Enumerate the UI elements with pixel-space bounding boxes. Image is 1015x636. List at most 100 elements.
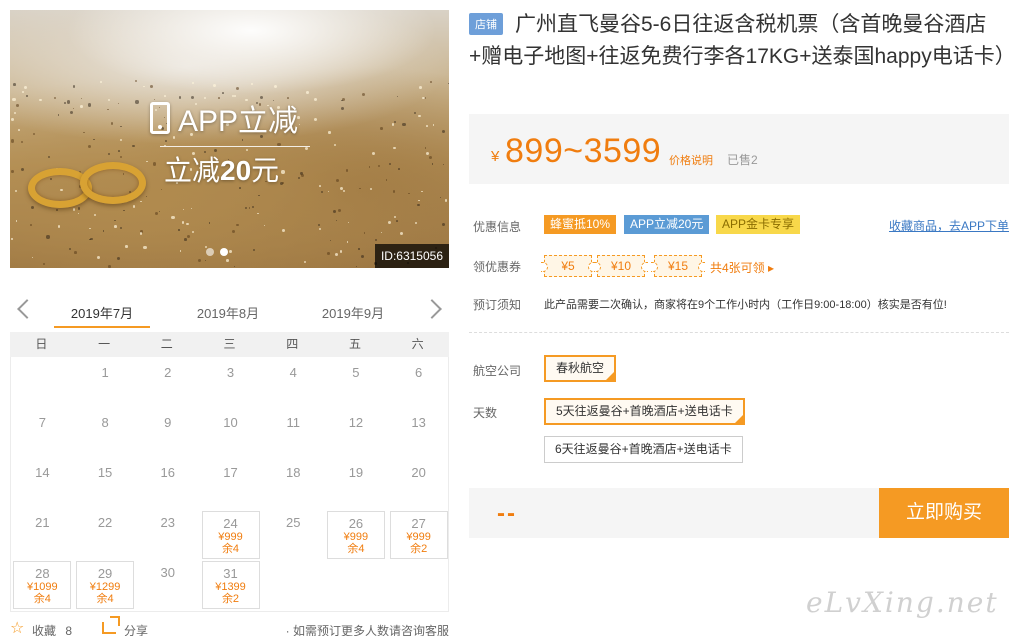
chevron-left-icon[interactable]	[17, 299, 37, 319]
day-number: 27	[411, 516, 426, 531]
day-price: ¥1399	[215, 581, 246, 593]
calendar-day: 30	[139, 557, 197, 605]
day-number: 14	[35, 465, 50, 480]
calendar-day: 19	[327, 457, 385, 505]
airline-label: 航空公司	[473, 364, 522, 378]
day-number: 1	[101, 365, 109, 380]
calendar-grid: 1 2 3 4 5 6 7 8 9 10 11 12 13 14 15 16 17 18 19 20 21 22 23 24 ¥…	[10, 357, 449, 612]
price-range: 899~3599	[505, 132, 662, 170]
offers-label: 优惠信息	[473, 220, 522, 234]
day-number: 3	[226, 365, 235, 380]
calendar-day: 9	[139, 407, 197, 455]
calendar-day-available[interactable]: 29 ¥1299 余4	[76, 561, 135, 609]
calendar-weekdays: 日 一 二 三 四 五 六	[10, 332, 449, 357]
day-number: 30	[160, 565, 176, 580]
day-number: 13	[411, 415, 426, 430]
calendar-day-available[interactable]: 28 ¥1099 余4	[13, 561, 72, 609]
notice-label: 预订须知	[473, 298, 522, 312]
day-number: 11	[286, 415, 300, 430]
active-month-underline	[54, 326, 150, 328]
calendar-day-available[interactable]: 27 ¥999 余2	[389, 511, 448, 559]
days-option-6[interactable]: 6天往返曼谷+首晚酒店+送电话卡	[544, 436, 743, 463]
calendar-day: 20	[390, 457, 448, 505]
days-option-5[interactable]: 5天往返曼谷+首晚酒店+送电话卡	[544, 398, 745, 425]
calendar-day-available[interactable]: 24 ¥999 余4	[201, 511, 260, 559]
days-label: 天数	[473, 406, 498, 420]
calendar-day: 10	[202, 407, 260, 455]
product-photo[interactable]: APP立减 立减20元 ID:6315056	[10, 10, 449, 268]
price-panel: ¥ 899~3599 价格说明 已售2	[469, 114, 1009, 184]
calendar-day: 18	[264, 457, 322, 505]
day-price: ¥1299	[89, 581, 121, 593]
share-icon[interactable]	[102, 616, 120, 634]
day-number: 18	[285, 465, 301, 480]
calendar-day-available[interactable]: 31 ¥1399 余2	[201, 561, 260, 609]
airline-option-selected[interactable]: 春秋航空	[544, 355, 617, 382]
tab-month-july[interactable]: 2019年7月	[52, 303, 152, 322]
star-icon[interactable]: ☆	[10, 621, 24, 636]
consult-note: · 如需预订更多人数请咨询客服	[285, 624, 449, 636]
day-number: 10	[223, 415, 238, 430]
day-number: 6	[415, 365, 423, 380]
tab-month-september[interactable]: 2019年9月	[303, 303, 403, 322]
day-number: 23	[160, 515, 176, 530]
coupon-5[interactable]: ¥5	[541, 255, 595, 277]
calendar-day: 4	[264, 357, 322, 405]
promo-title: APP立减	[178, 105, 299, 138]
favorite-go-app-link[interactable]: 收藏商品，去APP下单	[889, 217, 1009, 234]
price-note-link[interactable]: 价格说明	[669, 152, 713, 168]
carousel-dots	[206, 248, 228, 256]
day-number: 9	[164, 415, 172, 430]
day-number: 20	[411, 465, 426, 480]
calendar-day: 1	[76, 357, 134, 405]
weekday-label: 一	[98, 337, 111, 351]
day-number: 16	[160, 465, 176, 480]
tab-month-august[interactable]: 2019年8月	[178, 303, 278, 322]
calendar-day-available[interactable]: 26 ¥999 余4	[326, 511, 385, 559]
weekday-label: 日	[35, 337, 48, 351]
total-price-bar: --	[469, 488, 879, 538]
coupon-10[interactable]: ¥10	[594, 255, 648, 277]
carousel-dot[interactable]	[206, 248, 214, 256]
calendar-day: 8	[76, 407, 134, 455]
shop-badge[interactable]: 店铺	[469, 13, 503, 35]
day-number: 31	[223, 566, 238, 581]
calendar-day: 5	[327, 357, 385, 405]
wedding-rings-image	[24, 158, 154, 218]
day-number: 8	[101, 415, 109, 430]
coupons-label: 领优惠券	[473, 260, 522, 274]
calendar-day: 6	[390, 357, 448, 405]
currency-symbol: ¥	[491, 148, 500, 165]
day-price: ¥999	[343, 531, 369, 543]
divider	[469, 332, 1009, 333]
watermark-text: eLvXing.net	[806, 586, 999, 619]
calendar-day: 2	[139, 357, 197, 405]
day-remaining: 余2	[221, 593, 240, 605]
day-number: 19	[348, 465, 364, 480]
day-remaining: 余4	[96, 593, 114, 605]
calendar-day: 12	[327, 407, 385, 455]
day-number: 17	[223, 465, 238, 480]
notice-text: 此产品需要二次确认，商家将在9个工作小时内（工作日9:00-18:00）核实是否…	[544, 299, 947, 311]
day-remaining: 余4	[33, 593, 51, 605]
coupons-more-link[interactable]: 共4张可领 ▸	[710, 259, 774, 276]
coupon-15[interactable]: ¥15	[651, 255, 705, 277]
chevron-right-icon[interactable]	[422, 299, 442, 319]
day-price: ¥999	[218, 531, 243, 543]
day-number: 26	[348, 516, 364, 531]
weekday-label: 三	[223, 337, 236, 351]
day-number: 21	[35, 515, 50, 530]
day-number: 29	[97, 566, 113, 581]
carousel-dot-active[interactable]	[220, 248, 228, 256]
calendar-day: 7	[13, 407, 71, 455]
day-remaining: 余4	[221, 543, 240, 555]
calendar-day: 17	[202, 457, 260, 505]
buy-now-button[interactable]: 立即购买	[879, 488, 1009, 538]
share-button[interactable]: 分享	[124, 622, 148, 636]
day-number: 12	[348, 415, 364, 430]
offer-tag-gold-card: APP金卡专享	[716, 215, 801, 234]
day-number: 22	[97, 515, 113, 530]
day-number: 4	[289, 365, 297, 380]
promo-discount: 立减20元	[164, 155, 280, 186]
favorite-button[interactable]: 收藏 8	[32, 622, 72, 636]
